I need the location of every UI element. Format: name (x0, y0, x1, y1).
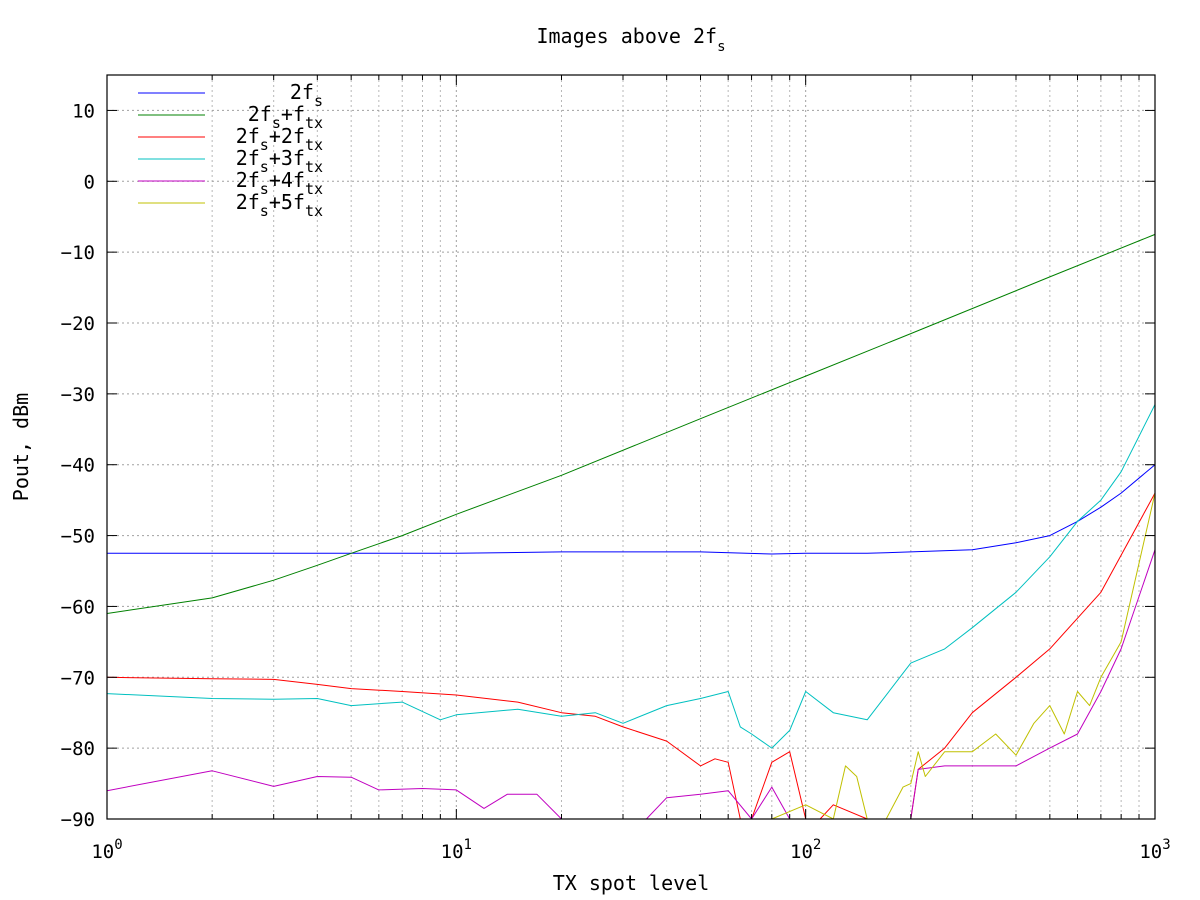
legend-label-part: +2f (269, 124, 305, 148)
x-tick-label: 100 (91, 837, 122, 863)
x-tick-label-exponent: 2 (813, 837, 821, 853)
legend-label-part: +3f (269, 146, 305, 170)
y-tick-label: −40 (61, 455, 95, 477)
legend-label-part: +f (281, 102, 305, 126)
legend-label-part: tx (305, 180, 323, 198)
x-axis-title: TX spot level (553, 871, 710, 895)
x-tick-label-base: 10 (1139, 841, 1162, 863)
legend-label-part: +5f (269, 190, 305, 214)
legend-label-part: s (314, 92, 323, 110)
x-tick-label: 103 (1139, 837, 1170, 863)
y-tick-label: −10 (61, 242, 95, 264)
y-axis-title: Pout, dBm (9, 393, 33, 501)
y-tick-label: −90 (61, 809, 95, 831)
legend-label-part: tx (305, 114, 323, 132)
legend-label-part: 2f (290, 80, 314, 104)
series-line-4 (107, 404, 1155, 749)
series-line-5 (107, 549, 1155, 819)
legend-label-part: 2f (236, 124, 260, 148)
x-tick-label-base: 10 (441, 841, 464, 863)
legend-label-part: 2f (236, 190, 260, 214)
x-tick-label: 101 (441, 837, 472, 863)
y-tick-label: 0 (84, 171, 95, 193)
legend-label-part: s (260, 180, 269, 198)
legend: 2fs2fs+ftx2fs+2ftx2fs+3ftx2fs+4ftx2fs+5f… (138, 80, 323, 220)
legend-label-part: 2f (236, 146, 260, 170)
legend-label-part: 2f (236, 168, 260, 192)
line-chart: −90−80−70−60−50−40−30−20−10010100 101 102 1… (9, 24, 1171, 895)
y-tick-label: −70 (61, 667, 95, 689)
series-line-3 (107, 492, 1155, 819)
x-tick-label-exponent: 1 (464, 837, 472, 853)
x-tick-label-base: 10 (790, 841, 813, 863)
y-tick-label: 10 (72, 100, 95, 122)
chart-title-sub: s (717, 39, 725, 55)
y-tick-label: −60 (61, 596, 95, 618)
x-tick-label-exponent: 3 (1162, 837, 1170, 853)
y-tick-label: −20 (61, 313, 95, 335)
legend-label-part: tx (305, 136, 323, 154)
legend-label-part: s (260, 202, 269, 220)
legend-label-part: s (260, 158, 269, 176)
x-tick-label: 102 (790, 837, 821, 863)
y-tick-label: −30 (61, 384, 95, 406)
y-tick-label: −80 (61, 738, 95, 760)
legend-label-part: tx (305, 158, 323, 176)
x-tick-label-exponent: 0 (114, 837, 122, 853)
y-tick-label: −50 (61, 526, 95, 548)
legend-label-part: tx (305, 202, 323, 220)
legend-label-part: +4f (269, 168, 305, 192)
x-tick-label-base: 10 (91, 841, 114, 863)
legend-label-part: 2f (248, 102, 272, 126)
legend-label-part: s (260, 136, 269, 154)
series-lines (107, 233, 1155, 819)
chart-title: Images above 2fs (536, 24, 725, 55)
series-line-2 (107, 233, 1155, 614)
series-line-6 (771, 492, 1155, 819)
series-line-1 (107, 464, 1155, 555)
chart-title-base: Images above 2f (536, 24, 717, 48)
